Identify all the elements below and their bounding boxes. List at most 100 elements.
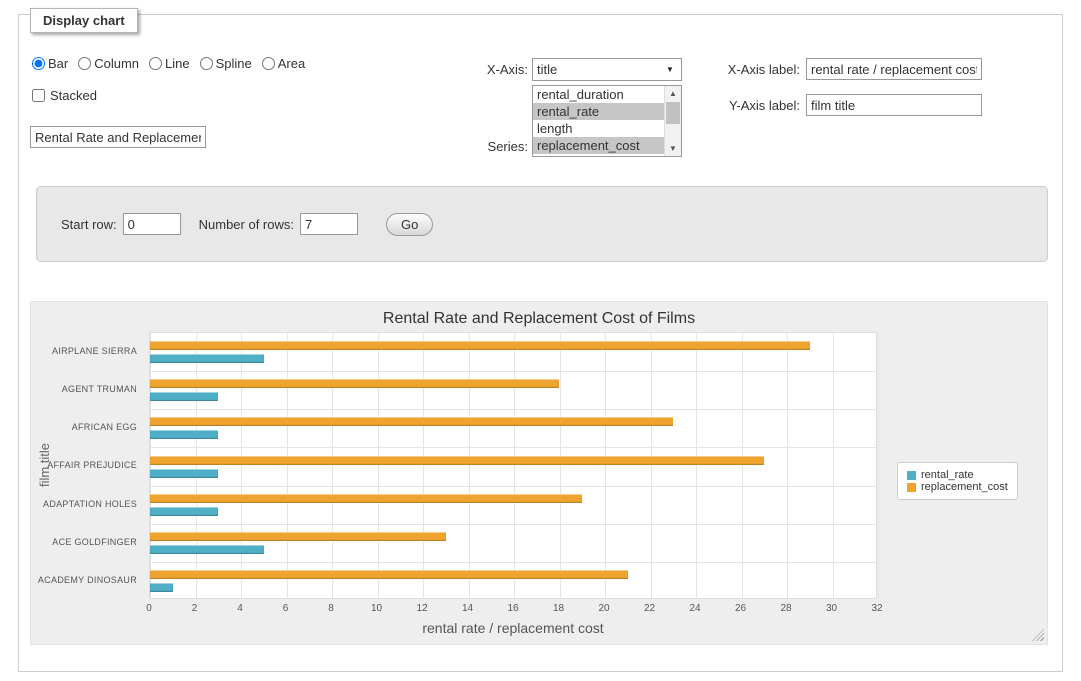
chart-type-area[interactable]: Area bbox=[262, 56, 305, 71]
h-gridline bbox=[150, 447, 876, 448]
bar-rental_rate bbox=[150, 392, 218, 401]
series-option-replacement_cost[interactable]: replacement_cost bbox=[533, 137, 664, 154]
chart-legend-items: rental_ratereplacement_cost bbox=[907, 469, 1008, 493]
x-tick-label: 18 bbox=[553, 603, 564, 614]
series-option-rental_duration[interactable]: rental_duration bbox=[533, 86, 664, 103]
bar-rental_rate bbox=[150, 469, 218, 478]
bar-replacement_cost bbox=[150, 379, 559, 388]
v-gridline bbox=[605, 333, 606, 598]
v-gridline bbox=[378, 333, 379, 598]
series-listbox-label: Series: bbox=[420, 139, 528, 154]
v-gridline bbox=[241, 333, 242, 598]
x-tick-label: 0 bbox=[146, 603, 152, 614]
series-options: rental_durationrental_ratelengthreplacem… bbox=[533, 86, 664, 154]
bar-replacement_cost bbox=[150, 570, 628, 579]
bar-rental_rate bbox=[150, 583, 173, 592]
x-tick-label: 26 bbox=[735, 603, 746, 614]
legend-label: rental_rate bbox=[921, 469, 974, 481]
x-axis-select-label: X-Axis: bbox=[420, 62, 528, 77]
bar-replacement_cost bbox=[150, 341, 810, 350]
y-axis-label-label: Y-Axis label: bbox=[692, 98, 800, 113]
chart-title-input[interactable] bbox=[30, 126, 206, 148]
chart-type-radio-line[interactable] bbox=[149, 57, 162, 70]
x-tick-label: 10 bbox=[371, 603, 382, 614]
x-tick-label: 16 bbox=[507, 603, 518, 614]
listbox-scrollbar[interactable]: ▲ ▼ bbox=[664, 86, 681, 156]
v-gridline bbox=[787, 333, 788, 598]
chart-type-radio-label: Column bbox=[94, 56, 139, 71]
scrollbar-thumb[interactable] bbox=[666, 102, 680, 124]
chart-type-column[interactable]: Column bbox=[78, 56, 139, 71]
num-rows-input[interactable] bbox=[300, 213, 358, 235]
x-axis-label-label: X-Axis label: bbox=[692, 62, 800, 77]
h-gridline bbox=[150, 486, 876, 487]
legend-item-replacement_cost[interactable]: replacement_cost bbox=[907, 481, 1008, 493]
chart-type-bar[interactable]: Bar bbox=[32, 56, 68, 71]
x-axis-select[interactable]: title bbox=[532, 58, 682, 81]
y-axis-label-input[interactable] bbox=[806, 94, 982, 116]
chart-type-radio-column[interactable] bbox=[78, 57, 91, 70]
legend-swatch bbox=[907, 471, 916, 480]
go-button[interactable]: Go bbox=[386, 213, 433, 236]
category-label: AFRICAN EGG bbox=[31, 408, 137, 446]
bar-replacement_cost bbox=[150, 417, 673, 426]
x-axis-ticks: 02468101214161820222426283032 bbox=[149, 603, 877, 617]
chart-type-radio-bar[interactable] bbox=[32, 57, 45, 70]
x-axis-title: rental rate / replacement cost bbox=[149, 620, 877, 636]
x-tick-label: 12 bbox=[416, 603, 427, 614]
x-tick-label: 4 bbox=[237, 603, 243, 614]
chart-title: Rental Rate and Replacement Cost of Film… bbox=[31, 310, 1047, 328]
h-gridline bbox=[150, 562, 876, 563]
bar-replacement_cost bbox=[150, 456, 764, 465]
chart-type-line[interactable]: Line bbox=[149, 56, 190, 71]
v-gridline bbox=[742, 333, 743, 598]
x-tick-label: 30 bbox=[826, 603, 837, 614]
h-gridline bbox=[150, 409, 876, 410]
scroll-up-icon[interactable]: ▲ bbox=[665, 86, 681, 101]
bar-rental_rate bbox=[150, 430, 218, 439]
x-tick-label: 22 bbox=[644, 603, 655, 614]
stacked-option[interactable]: Stacked bbox=[32, 88, 97, 103]
category-label: AGENT TRUMAN bbox=[31, 370, 137, 408]
legend-swatch bbox=[907, 483, 916, 492]
start-row-input[interactable] bbox=[123, 213, 181, 235]
series-listbox[interactable]: rental_durationrental_ratelengthreplacem… bbox=[532, 85, 682, 157]
resize-handle-icon[interactable] bbox=[1032, 629, 1044, 641]
bar-rental_rate bbox=[150, 507, 218, 516]
chart-container: Rental Rate and Replacement Cost of Film… bbox=[30, 301, 1048, 645]
chart-type-radio-area[interactable] bbox=[262, 57, 275, 70]
chart-type-radio-label: Line bbox=[165, 56, 190, 71]
chart-type-radio-label: Bar bbox=[48, 56, 68, 71]
category-label: AIRPLANE SIERRA bbox=[31, 332, 137, 370]
legend-item-rental_rate[interactable]: rental_rate bbox=[907, 469, 1008, 481]
x-tick-label: 32 bbox=[871, 603, 882, 614]
series-option-length[interactable]: length bbox=[533, 120, 664, 137]
x-tick-label: 20 bbox=[598, 603, 609, 614]
x-tick-label: 2 bbox=[192, 603, 198, 614]
x-tick-label: 24 bbox=[689, 603, 700, 614]
category-label: AFFAIR PREJUDICE bbox=[31, 446, 137, 484]
chart-type-radio-spline[interactable] bbox=[200, 57, 213, 70]
category-label: ACE GOLDFINGER bbox=[31, 523, 137, 561]
x-tick-label: 28 bbox=[780, 603, 791, 614]
stacked-checkbox[interactable] bbox=[32, 89, 45, 102]
x-tick-label: 6 bbox=[283, 603, 289, 614]
series-option-rental_rate[interactable]: rental_rate bbox=[533, 103, 664, 120]
bar-replacement_cost bbox=[150, 494, 582, 503]
chart-legend: rental_ratereplacement_cost bbox=[897, 462, 1018, 500]
category-labels: AIRPLANE SIERRAAGENT TRUMANAFRICAN EGGAF… bbox=[31, 332, 143, 599]
v-gridline bbox=[332, 333, 333, 598]
x-axis-label-input[interactable] bbox=[806, 58, 982, 80]
h-gridline bbox=[150, 524, 876, 525]
v-gridline bbox=[287, 333, 288, 598]
num-rows-label: Number of rows: bbox=[199, 217, 294, 232]
scroll-down-icon[interactable]: ▼ bbox=[665, 141, 681, 156]
v-gridline bbox=[514, 333, 515, 598]
fieldset-legend: Display chart bbox=[30, 8, 138, 33]
v-gridline bbox=[196, 333, 197, 598]
legend-label: replacement_cost bbox=[921, 481, 1008, 493]
chart-type-spline[interactable]: Spline bbox=[200, 56, 252, 71]
v-gridline bbox=[560, 333, 561, 598]
bar-rental_rate bbox=[150, 545, 264, 554]
rows-panel: Start row: Number of rows: Go bbox=[36, 186, 1048, 262]
